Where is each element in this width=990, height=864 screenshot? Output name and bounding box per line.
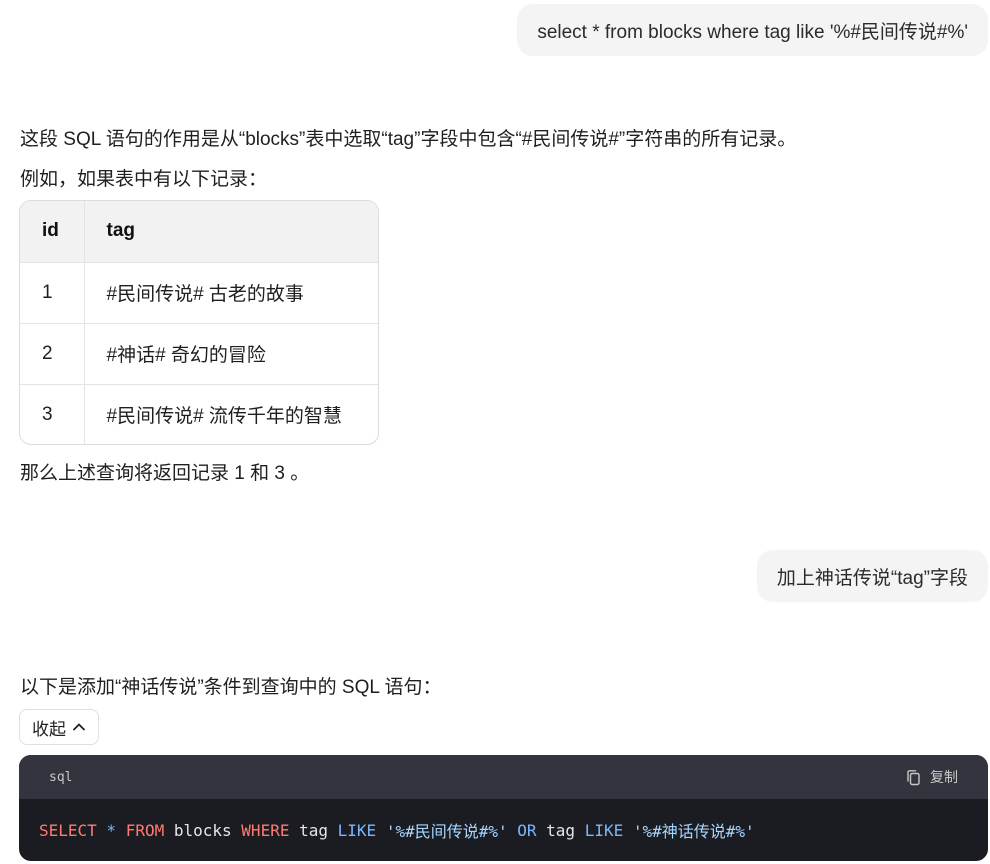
code-token-operator: LIKE	[584, 820, 624, 840]
table-cell-id: 1	[20, 262, 85, 324]
user-message: 加上神话传说“tag”字段	[756, 550, 988, 602]
table-header-row: id tag	[20, 201, 378, 263]
code-token-string: '%#神话传说#%'	[632, 822, 755, 841]
table-cell-tag: #民间传说# 流传千年的智慧	[106, 406, 342, 428]
code-token-identifier: tag	[536, 820, 585, 840]
code-header: sql 复制	[19, 755, 988, 799]
table-cell-tag: #神话# 奇幻的冒险	[84, 323, 378, 385]
copy-button[interactable]: 复制	[905, 767, 958, 787]
table-header-tag: tag	[84, 201, 378, 263]
table-cell-tag: #民间传说# 古老的故事	[84, 262, 378, 324]
code-token-string: '%#民间传说#%'	[385, 822, 508, 841]
assistant-conclusion-text: 那么上述查询将返回记录 1 和 3 。	[20, 463, 310, 484]
user-message-text: select * from blocks where tag like '%#民…	[537, 21, 968, 43]
code-token-keyword: SELECT	[39, 820, 97, 840]
table-cell-id: 3	[20, 384, 85, 444]
code-content: SELECT * FROM blocks WHERE tag LIKE '%#民…	[19, 799, 988, 861]
table-row: 1 #民间传说# 古老的故事	[20, 262, 378, 324]
copy-icon	[907, 769, 920, 785]
collapse-button-label: 收起	[32, 719, 66, 739]
code-token-operator: OR	[517, 820, 537, 840]
user-message: select * from blocks where tag like '%#民…	[517, 4, 988, 56]
code-token-operator: *	[96, 820, 126, 840]
code-token-keyword: FROM	[125, 820, 165, 840]
table-header-id: id	[20, 201, 85, 263]
user-message-text: 加上神话传说“tag”字段	[776, 567, 968, 589]
assistant-intro-text: 这段 SQL 语句的作用是从“blocks”表中选取“tag”字段中包含“#民间…	[20, 129, 797, 150]
copy-button-label: 复制	[930, 769, 958, 785]
chevron-up-icon	[73, 723, 85, 731]
table-cell-id: 2	[20, 323, 85, 385]
code-token-identifier: tag	[289, 820, 338, 840]
table-row: 2 #神话# 奇幻的冒险	[20, 323, 378, 385]
code-token-keyword: WHERE	[241, 820, 290, 840]
assistant-example-lead: 例如，如果表中有以下记录：	[20, 169, 268, 190]
code-language-label: sql	[49, 769, 73, 785]
table-row: 3 #民间传说# 流传千年的智慧	[20, 384, 378, 444]
collapse-button[interactable]: 收起	[19, 709, 99, 745]
code-token-operator: LIKE	[337, 820, 377, 840]
assistant-intro-text: 以下是添加“神话传说”条件到查询中的 SQL 语句：	[20, 677, 442, 698]
example-table: id tag 1 #民间传说# 古老的故事 2 #神话# 奇幻的冒险 3 #民间…	[19, 200, 379, 445]
code-token-identifier: blocks	[164, 820, 242, 840]
code-block: sql 复制 SELECT * FROM blocks WHERE tag LI…	[19, 755, 988, 861]
